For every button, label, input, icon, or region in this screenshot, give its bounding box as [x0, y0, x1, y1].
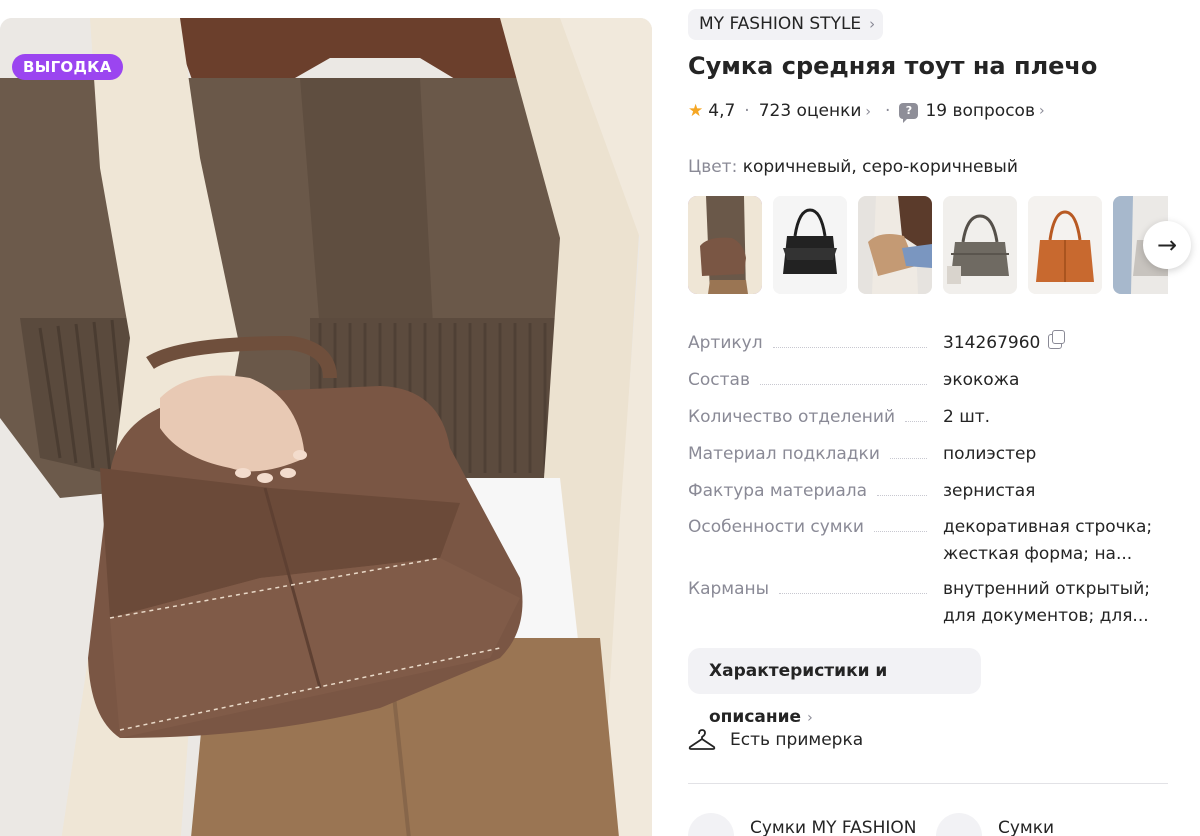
separator-dot: ·: [744, 101, 750, 121]
tag-icon: [688, 813, 734, 836]
spec-value: декоративная строчка; жесткая форма; на.…: [943, 517, 1153, 564]
divider: [688, 783, 1168, 784]
spec-value: полиэстер: [943, 444, 1037, 464]
spec-row: Особенности сумки декоративная строчка; …: [688, 514, 1168, 576]
category-links: Сумки MY FASHION STYLE Сумки: [688, 810, 1200, 836]
article-number[interactable]: 314267960: [943, 333, 1040, 353]
product-info-panel: MY FASHION STYLE › Сумка средняя тоут на…: [688, 0, 1200, 836]
question-bubble-icon: ?: [899, 103, 919, 123]
thumbnails-next-button[interactable]: →: [1143, 221, 1191, 269]
questions-link[interactable]: ? 19 вопросов ›: [899, 101, 1045, 123]
thumbnail-1[interactable]: [688, 196, 762, 294]
separator-dot: ·: [885, 101, 891, 121]
product-photo-illustration: [0, 18, 652, 836]
spec-value: 2 шт.: [943, 407, 991, 427]
spec-list: Артикул 314267960 Состав экокожа Количес…: [688, 330, 1168, 638]
color-thumbnails: [688, 195, 1168, 295]
category-link-brand[interactable]: Сумки MY FASHION STYLE: [750, 818, 920, 836]
color-label: Цвет:: [688, 157, 738, 177]
copy-icon[interactable]: [1048, 330, 1066, 349]
spec-key: Артикул: [688, 333, 763, 353]
thumbnail-5[interactable]: [1028, 196, 1102, 294]
details-button-label: Характеристики и описание: [709, 661, 888, 727]
reviews-count: 723 оценки: [758, 101, 862, 121]
spec-value: экокожа: [943, 370, 1020, 390]
product-title: Сумка средняя тоут на плечо: [688, 52, 1098, 80]
thumbnail-3[interactable]: [858, 196, 932, 294]
questions-count: 19 вопросов: [925, 101, 1035, 121]
spec-key: Карманы: [688, 579, 770, 599]
fitting-info: Есть примерка: [688, 726, 863, 754]
spec-key: Состав: [688, 370, 750, 390]
category-link-bags[interactable]: Сумки: [998, 818, 1118, 836]
product-main-photo[interactable]: ВЫГОДКА: [0, 18, 652, 836]
chevron-right-icon: ›: [807, 710, 813, 726]
rating-value: 4,7: [708, 101, 736, 121]
promo-badge: ВЫГОДКА: [12, 54, 123, 80]
color-value: коричневый, серо-коричневый: [742, 157, 1018, 177]
spec-key: Особенности сумки: [688, 517, 864, 537]
spec-row: Состав экокожа: [688, 367, 1168, 404]
star-icon: ★: [688, 101, 704, 121]
spec-value: внутренний открытый; для документов; для…: [943, 579, 1150, 626]
chevron-right-icon: ›: [869, 15, 876, 33]
chevron-right-icon: ›: [1038, 103, 1045, 119]
brand-link[interactable]: MY FASHION STYLE ›: [688, 9, 884, 40]
spec-key: Фактура материала: [688, 481, 868, 501]
brand-name: MY FASHION STYLE: [699, 14, 862, 34]
chevron-right-icon: ›: [865, 104, 872, 120]
spec-row: Карманы внутренний открытый; для докумен…: [688, 576, 1168, 638]
spec-row: Фактура материала зернистая: [688, 478, 1168, 514]
thumbnail-2[interactable]: [773, 196, 847, 294]
fitting-label: Есть примерка: [730, 730, 864, 750]
hanger-icon: [688, 729, 716, 750]
spec-row: Артикул 314267960: [688, 330, 1168, 367]
color-row: Цвет: коричневый, серо-коричневый: [688, 157, 1018, 177]
spec-key: Количество отделений: [688, 407, 896, 427]
bag-category-icon: [936, 813, 982, 836]
reviews-link[interactable]: 723 оценки ›: [759, 101, 871, 121]
arrow-right-icon: →: [1156, 231, 1178, 259]
details-button[interactable]: Характеристики и описание ›: [688, 648, 981, 727]
rating-row: ★ 4,7 · 723 оценки › · ? 19 вопросов ›: [688, 99, 1045, 123]
spec-value: зернистая: [943, 481, 1036, 501]
thumbnail-4[interactable]: [943, 196, 1017, 294]
spec-row: Количество отделений 2 шт.: [688, 404, 1168, 441]
spec-key: Материал подкладки: [688, 444, 880, 464]
spec-row: Материал подкладки полиэстер: [688, 441, 1168, 478]
